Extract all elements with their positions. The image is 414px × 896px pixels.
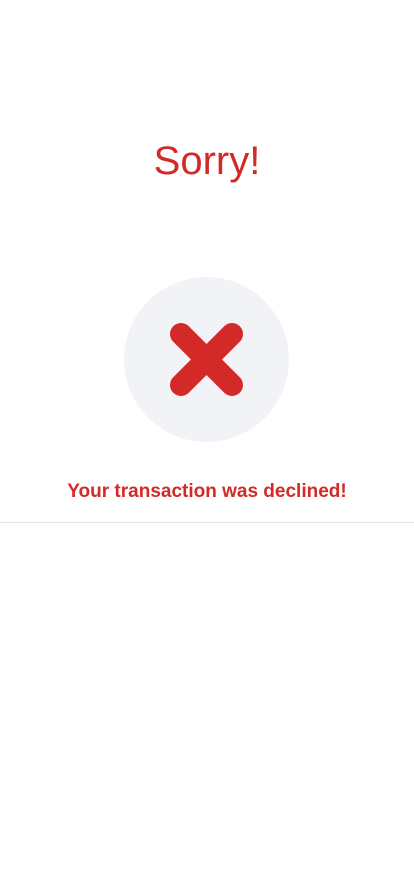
decline-message: Your transaction was declined! [67,481,347,502]
status-icon-circle [124,277,289,442]
page-title: Sorry! [153,139,261,183]
declined-screen: Sorry! Your transaction was declined! [0,0,414,896]
divider [0,522,414,523]
close-x-icon [170,323,243,396]
